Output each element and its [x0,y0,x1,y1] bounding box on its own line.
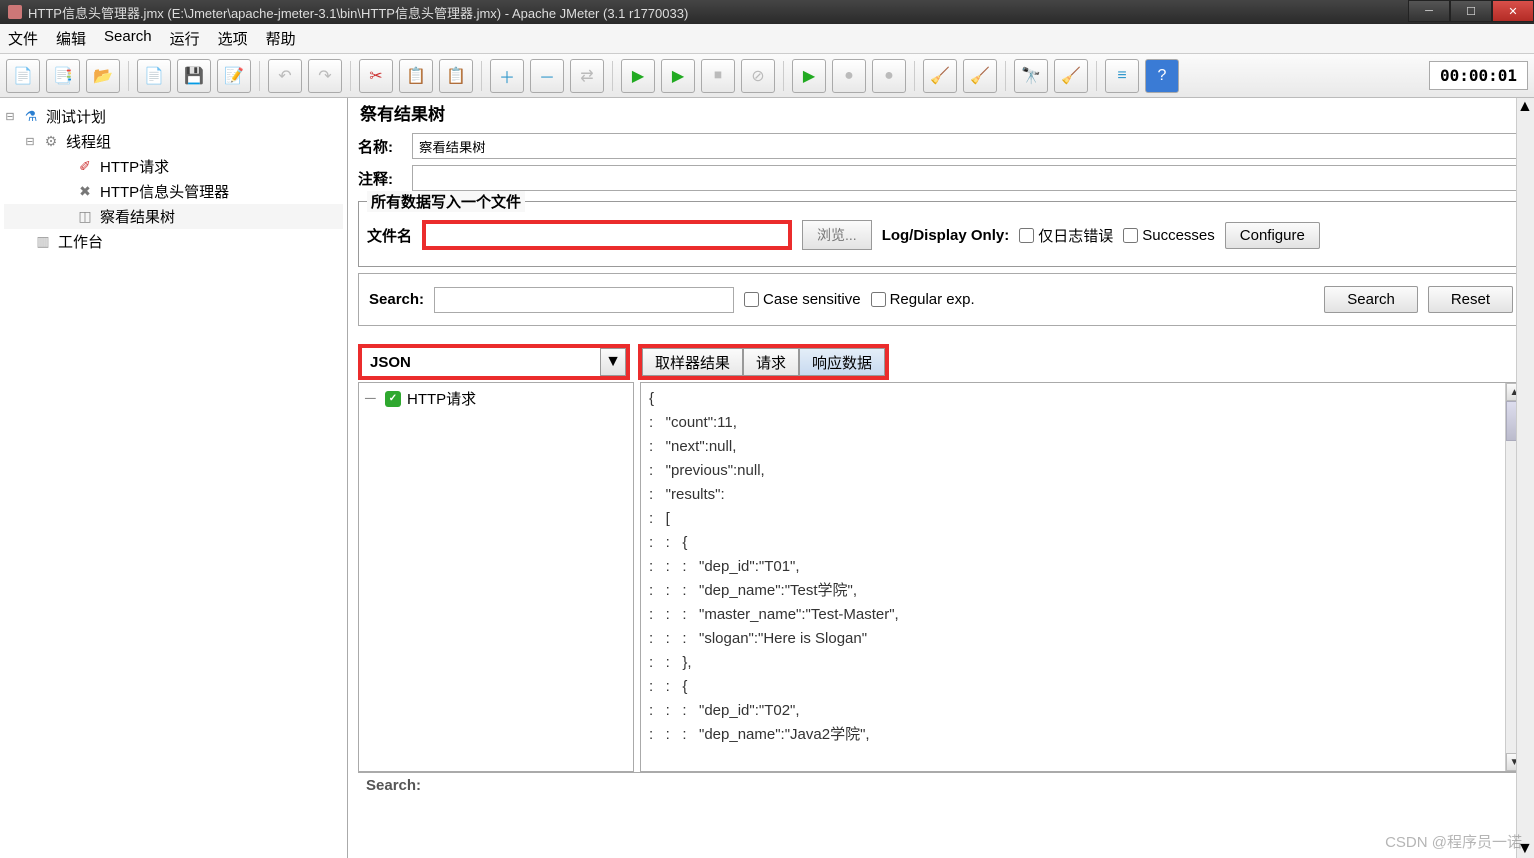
file-section-title: 所有数据写入一个文件 [367,191,525,212]
redo-button[interactable]: ↷ [308,59,342,93]
name-label: 名称: [358,136,412,157]
search-label: Search: [369,291,424,308]
response-data-view[interactable]: {: "count":11,: "next":null,: "previous"… [640,382,1524,772]
tree-node-workbench[interactable]: ▥工作台 [4,229,343,254]
result-tabs: 取样器结果 请求 响应数据 [638,344,889,380]
shutdown-button[interactable]: ⊘ [741,59,775,93]
clear-button[interactable]: 🧹 [923,59,957,93]
json-line: : "count":11, [649,411,1515,435]
close-button[interactable]: ✕ [1492,0,1534,22]
collapse-button[interactable]: － [530,59,564,93]
tree-node-http-request[interactable]: ✐HTTP请求 [4,154,343,179]
watermark: CSDN @程序员一诺 [1385,831,1522,852]
clear-all-button[interactable]: 🧹 [963,59,997,93]
remote-shutdown-button[interactable]: ● [872,59,906,93]
reset-button[interactable]: Reset [1428,286,1513,313]
copy-button[interactable]: 📋 [399,59,433,93]
regexp-checkbox[interactable]: Regular exp. [871,291,975,308]
log-display-label: Log/Display Only: [882,227,1010,244]
menu-bar: 文件 编辑 Search 运行 选项 帮助 [0,24,1534,54]
tree-node-view-results-tree[interactable]: ◫察看结果树 [4,204,343,229]
close-test-button[interactable]: 📄 [137,59,171,93]
cut-button[interactable]: ✂ [359,59,393,93]
main-panel: 祭有结果树 名称: 注释: 所有数据写入一个文件 文件名 浏览... Log/D… [348,98,1534,858]
comment-input[interactable] [412,165,1524,191]
json-line: : : : "dep_id":"T02", [649,699,1515,723]
menu-run[interactable]: 运行 [170,28,200,49]
name-input[interactable] [412,133,1524,159]
minimize-button[interactable]: ─ [1408,0,1450,22]
comment-label: 注释: [358,168,412,189]
json-line: : "next":null, [649,435,1515,459]
browse-button[interactable]: 浏览... [802,220,872,250]
json-line: : : }, [649,651,1515,675]
menu-edit[interactable]: 编辑 [56,28,86,49]
menu-options[interactable]: 选项 [218,28,248,49]
successes-checkbox[interactable]: Successes [1123,227,1215,244]
templates-button[interactable]: 📑 [46,59,80,93]
configure-button[interactable]: Configure [1225,222,1320,249]
json-line: : : : "slogan":"Here is Slogan" [649,627,1515,651]
results-list[interactable]: ─ ✓ HTTP请求 [358,382,634,772]
new-button[interactable]: 📄 [6,59,40,93]
test-plan-tree[interactable]: ⊟⚗测试计划 ⊟⚙线程组 ✐HTTP请求 ✖HTTP信息头管理器 ◫察看结果树 … [0,98,348,858]
json-line: : : : "dep_name":"Test学院", [649,579,1515,603]
filename-input[interactable] [422,220,792,250]
search-button[interactable]: Search [1324,286,1418,313]
chevron-down-icon: ▼ [600,348,626,376]
filename-label: 文件名 [367,225,412,246]
help-button[interactable]: ? [1145,59,1179,93]
json-line: : : { [649,531,1515,555]
write-results-section: 所有数据写入一个文件 文件名 浏览... Log/Display Only: 仅… [358,201,1524,267]
tab-response-data[interactable]: 响应数据 [799,348,885,376]
undo-button[interactable]: ↶ [268,59,302,93]
result-node-http-request[interactable]: ─ ✓ HTTP请求 [363,387,629,410]
window-title: HTTP信息头管理器.jmx (E:\Jmeter\apache-jmeter-… [28,3,688,22]
json-line: { [649,387,1515,411]
panel-scrollbar[interactable]: ▲ ▼ [1516,98,1534,858]
tree-node-header-manager[interactable]: ✖HTTP信息头管理器 [4,179,343,204]
menu-help[interactable]: 帮助 [266,28,296,49]
paste-button[interactable]: 📋 [439,59,473,93]
json-line: : "previous":null, [649,459,1515,483]
tab-sampler-result[interactable]: 取样器结果 [642,348,743,376]
errors-only-checkbox[interactable]: 仅日志错误 [1019,225,1113,246]
maximize-button[interactable]: ☐ [1450,0,1492,22]
run-button[interactable]: ▶ [621,59,655,93]
tab-request[interactable]: 请求 [743,348,799,376]
panel-title: 祭有结果树 [354,98,1528,127]
json-line: : : : "dep_name":"Java2学院", [649,723,1515,747]
open-button[interactable]: 📂 [86,59,120,93]
json-line: : : : "dep_id":"T01", [649,555,1515,579]
app-icon [8,5,22,19]
save-button[interactable]: 💾 [177,59,211,93]
search-tool-button[interactable]: 🔭 [1014,59,1048,93]
stop-button[interactable]: ⏹ [701,59,735,93]
title-bar: HTTP信息头管理器.jmx (E:\Jmeter\apache-jmeter-… [0,0,1534,24]
bottom-search-label: Search: [358,772,1524,798]
case-sensitive-checkbox[interactable]: Case sensitive [744,291,861,308]
save-as-button[interactable]: 📝 [217,59,251,93]
remote-stop-button[interactable]: ● [832,59,866,93]
success-icon: ✓ [385,391,401,407]
elapsed-timer: 00:00:01 [1429,61,1528,90]
json-line: : : : "master_name":"Test-Master", [649,603,1515,627]
search-input[interactable] [434,287,734,313]
function-helper-button[interactable]: ≡ [1105,59,1139,93]
menu-search[interactable]: Search [104,28,152,49]
tree-node-test-plan[interactable]: ⊟⚗测试计划 [4,104,343,129]
toggle-button[interactable]: ⇄ [570,59,604,93]
tree-node-thread-group[interactable]: ⊟⚙线程组 [4,129,343,154]
search-section: Search: Case sensitive Regular exp. Sear… [358,273,1524,326]
json-line: : : { [649,675,1515,699]
menu-file[interactable]: 文件 [8,28,38,49]
json-line: : [ [649,507,1515,531]
run-no-pause-button[interactable]: ▶ [661,59,695,93]
remote-start-button[interactable]: ▶ [792,59,826,93]
renderer-combo[interactable]: JSON ▼ [358,344,630,380]
reset-search-button[interactable]: 🧹 [1054,59,1088,93]
expand-button[interactable]: ＋ [490,59,524,93]
toolbar: 📄 📑 📂 📄 💾 📝 ↶ ↷ ✂ 📋 📋 ＋ － ⇄ ▶ ▶ ⏹ ⊘ ▶ ● … [0,54,1534,98]
json-line: : "results": [649,483,1515,507]
